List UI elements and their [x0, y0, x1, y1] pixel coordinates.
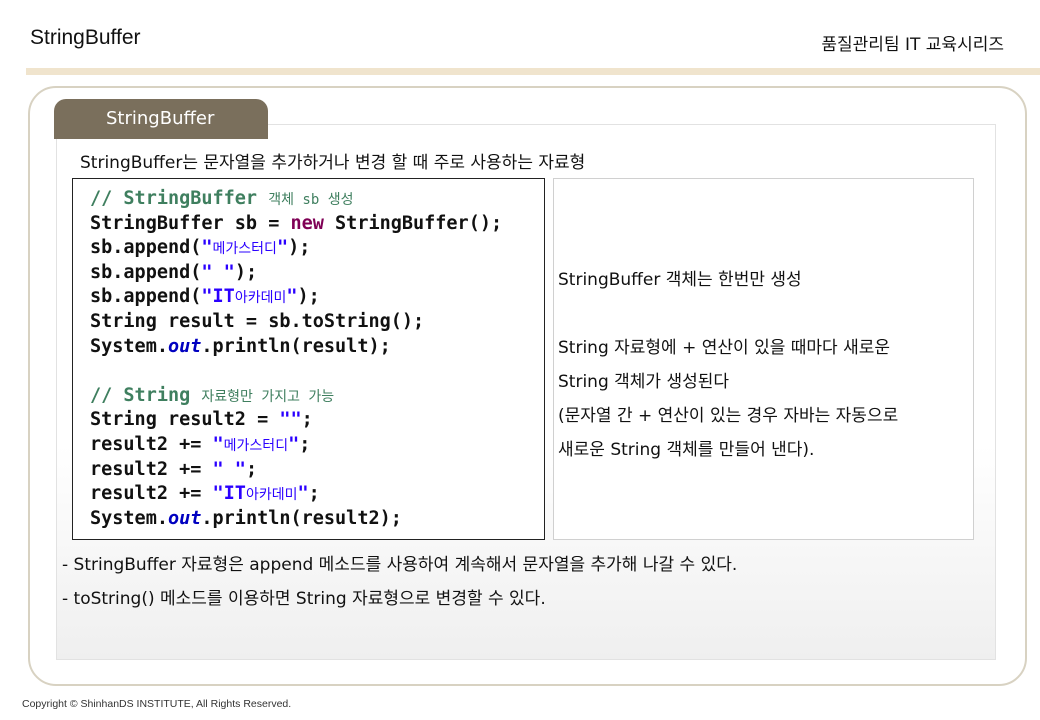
code-text: result2 +=	[90, 433, 213, 455]
code-line: // StringBuffer 객체 sb 생성	[90, 187, 544, 212]
code-field: out	[167, 507, 202, 529]
code-text: System.	[90, 507, 168, 529]
intro-text: StringBuffer는 문자열을 추가하거나 변경 할 때 주로 사용하는 …	[80, 153, 586, 173]
code-comment: // String	[90, 384, 202, 406]
code-text: sb.append(	[90, 261, 202, 283]
code-text: );	[288, 237, 311, 259]
code-text: .println(result2);	[201, 507, 402, 529]
code-text: ;	[299, 433, 311, 455]
code-line: result2 += " ";	[90, 458, 544, 483]
code-string: " "	[212, 458, 246, 480]
explanation-line: String 자료형에 + 연산이 있을 때마다 새로운	[558, 338, 891, 358]
code-line: sb.append("메가스터디");	[90, 236, 544, 261]
section-tab-label: StringBuffer	[106, 108, 215, 129]
code-text: result2 +=	[90, 483, 213, 505]
code-string: " "	[201, 261, 235, 283]
code-line: // String 자료형만 가지고 가능	[90, 384, 544, 409]
code-line: sb.append("IT아카데미");	[90, 285, 544, 310]
bullet-item: - StringBuffer 자료형은 append 메소드를 사용하여 계속해…	[62, 555, 738, 575]
code-field: out	[167, 335, 202, 357]
copyright: Copyright © ShinhanDS INSTITUTE, All Rig…	[22, 698, 292, 710]
code-text: ;	[301, 409, 313, 431]
code-line: result2 += "메가스터디";	[90, 433, 544, 458]
explanation-line: (문자열 간 + 연산이 있는 경우 자바는 자동으로	[558, 406, 899, 426]
code-line: StringBuffer sb = new StringBuffer();	[90, 212, 544, 237]
code-comment: 객체 sb 생성	[268, 192, 354, 208]
code-text: );	[297, 286, 320, 308]
code-keyword: new	[290, 212, 324, 234]
code-line: String result = sb.toString();	[90, 310, 425, 332]
series-label: 품질관리팀 IT 교육시리즈	[821, 35, 1004, 55]
code-string: "	[288, 433, 300, 455]
explanation-line: 새로운 String 객체를 만들어 낸다).	[558, 440, 815, 460]
code-string: "IT	[212, 483, 246, 505]
code-line: sb.append(" ");	[90, 261, 544, 286]
bullet-item: - toString() 메소드를 이용하면 String 자료형으로 변경할 …	[62, 589, 546, 609]
code-line: String result2 = "";	[90, 408, 544, 433]
code-block: // StringBuffer 객체 sb 생성 StringBuffer sb…	[72, 178, 545, 540]
code-text: result2 +=	[90, 458, 213, 480]
code-string: 메가스터디	[223, 437, 289, 454]
header-divider	[26, 68, 1040, 75]
code-text: ;	[245, 458, 258, 480]
code-line: System.out.println(result2);	[90, 507, 544, 532]
code-string: "	[276, 237, 289, 259]
code-string: "	[297, 483, 309, 505]
code-string: "	[212, 433, 224, 455]
code-line: result2 += "IT아카데미";	[90, 482, 544, 507]
explanation-line: StringBuffer 객체는 한번만 생성	[558, 270, 802, 290]
code-string: ""	[279, 409, 302, 431]
code-comment: 자료형만 가지고 가능	[201, 388, 335, 405]
code-string: "	[286, 286, 298, 308]
explanation-line: String 객체가 생성된다	[558, 372, 730, 392]
explanation-box: StringBuffer 객체는 한번만 생성 String 자료형에 + 연산…	[553, 178, 974, 540]
code-text: sb.append(	[90, 237, 202, 259]
page-title: StringBuffer	[30, 26, 141, 49]
code-text: System.	[90, 335, 168, 357]
code-line: System.out.println(result);	[90, 335, 544, 360]
code-text: sb.append(	[90, 286, 202, 308]
code-text: StringBuffer();	[323, 212, 503, 234]
code-string: "	[201, 237, 213, 259]
code-text: );	[234, 261, 258, 283]
code-comment: // StringBuffer	[90, 188, 269, 209]
code-text: ;	[308, 483, 320, 505]
code-string: 메가스터디	[212, 241, 277, 258]
code-text: .println(result);	[201, 335, 391, 357]
code-text: StringBuffer sb =	[90, 212, 291, 234]
code-string: "IT	[201, 286, 235, 308]
section-tab: StringBuffer	[54, 99, 268, 139]
code-string: 아카데미	[234, 290, 287, 307]
code-string: 아카데미	[245, 487, 298, 504]
code-text: String result2 =	[90, 409, 280, 431]
